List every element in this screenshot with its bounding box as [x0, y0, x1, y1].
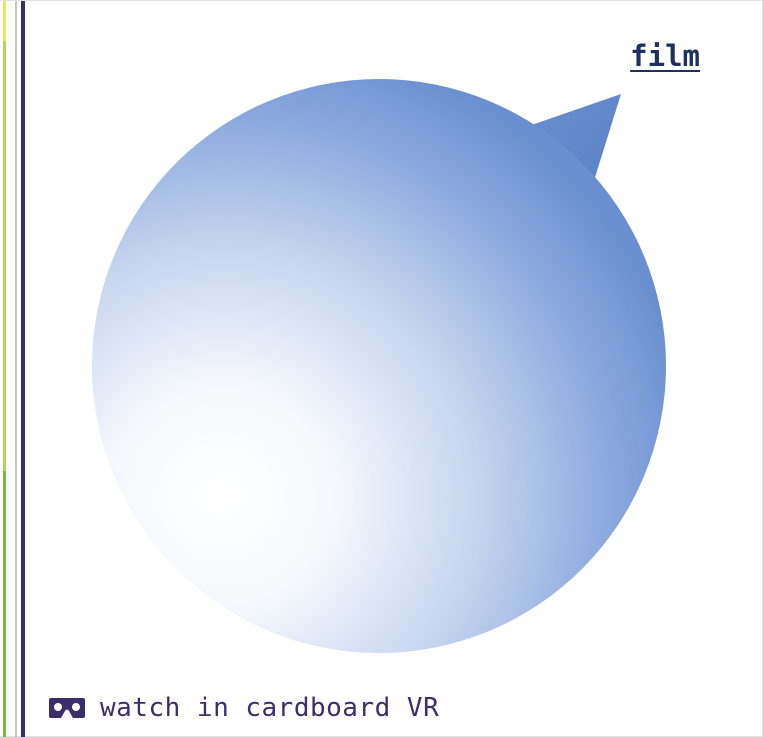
- film-link[interactable]: film: [630, 39, 700, 73]
- speech-bubble-sphere[interactable]: [0, 1, 763, 737]
- watch-vr-label: watch in cardboard VR: [100, 693, 440, 723]
- bubble-body: [92, 79, 666, 653]
- cardboard-vr-icon: [49, 698, 85, 718]
- page: film watch in cardboard VR: [0, 0, 763, 737]
- watch-vr-button[interactable]: watch in cardboard VR: [48, 693, 439, 723]
